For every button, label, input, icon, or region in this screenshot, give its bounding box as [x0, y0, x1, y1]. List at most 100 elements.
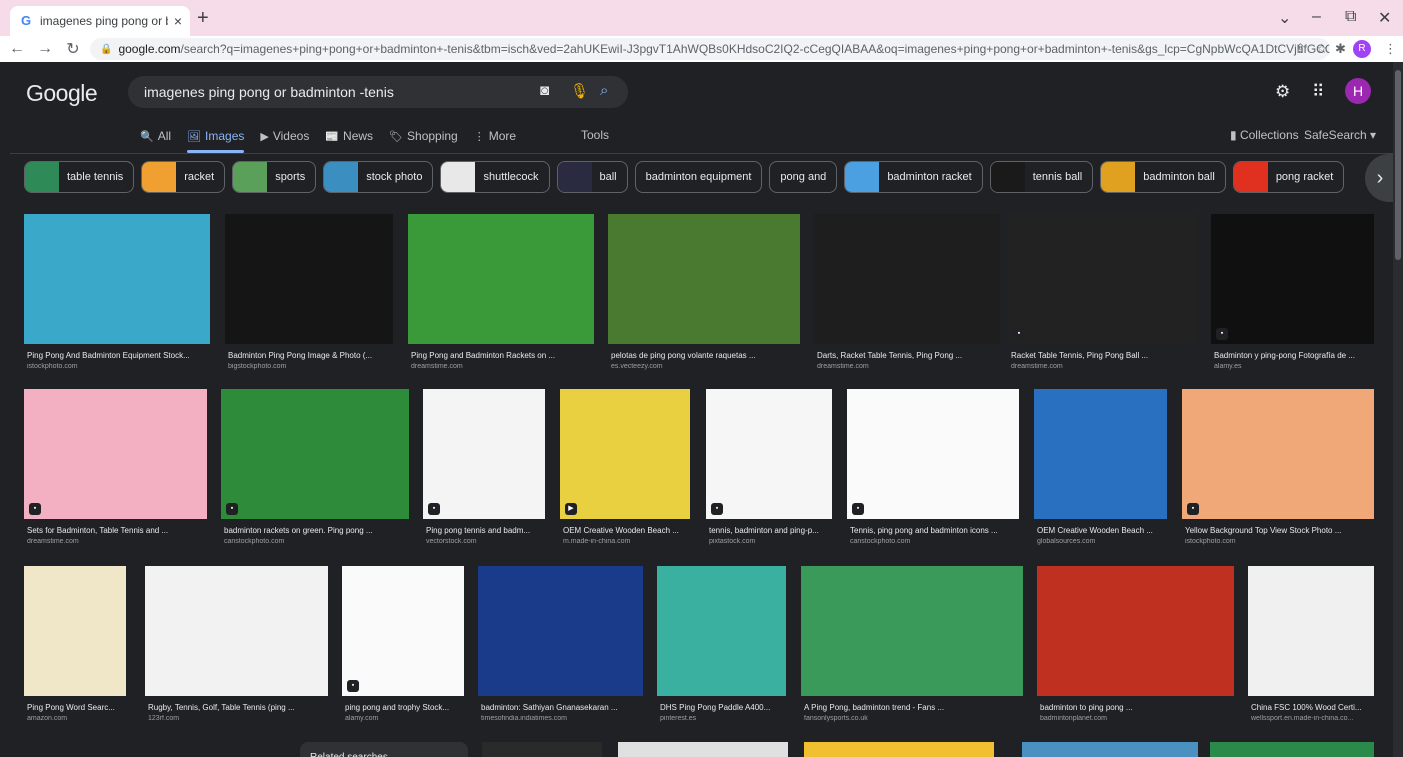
result-title[interactable]: Badminton y ping-pong Fotografía de ...: [1214, 351, 1374, 360]
image-result[interactable]: [804, 742, 994, 757]
image-result[interactable]: ▪ Sets for Badminton, Table Tennis and ..…: [24, 389, 207, 549]
result-thumbnail[interactable]: [478, 566, 643, 696]
browser-tab[interactable]: G imagenes ping pong or badmint ×: [10, 6, 190, 36]
result-thumbnail[interactable]: [814, 214, 1000, 344]
tab-news[interactable]: 📰 News: [325, 124, 373, 148]
image-result[interactable]: ▪ Racket Table Tennis, Ping Pong Ball ...…: [1008, 214, 1198, 374]
image-result[interactable]: China FSC 100% Wood Certi... wellssport.e…: [1248, 566, 1374, 726]
result-thumbnail[interactable]: [608, 214, 800, 344]
result-thumbnail[interactable]: [1248, 566, 1374, 696]
image-result[interactable]: ▪ Badminton y ping-pong Fotografía de ...…: [1211, 214, 1374, 374]
image-result[interactable]: [1022, 742, 1198, 757]
result-title[interactable]: ping pong and trophy Stock...: [345, 703, 464, 712]
close-window-button[interactable]: ✕: [1378, 8, 1391, 28]
image-result[interactable]: DHS Ping Pong Paddle A400... pinterest.es: [657, 566, 786, 726]
address-bar[interactable]: 🔒 google.com/search?q=imagenes+ping+pong…: [90, 38, 1330, 60]
new-tab-button[interactable]: +: [197, 8, 209, 28]
image-result[interactable]: Badminton Ping Pong Image & Photo (... bi…: [225, 214, 393, 374]
related-chip[interactable]: badminton equipment: [634, 161, 763, 193]
related-chip[interactable]: pong and: [769, 161, 838, 193]
image-result[interactable]: Ping Pong and Badminton Rackets on ... dr…: [408, 214, 594, 374]
image-result[interactable]: ▪ Yellow Background Top View Stock Photo …: [1182, 389, 1374, 549]
image-result[interactable]: ▶ OEM Creative Wooden Beach ... m.made-in-…: [560, 389, 690, 549]
result-title[interactable]: OEM Creative Wooden Beach ...: [1037, 526, 1167, 535]
result-title[interactable]: Sets for Badminton, Table Tennis and ...: [27, 526, 207, 535]
result-thumbnail[interactable]: [706, 389, 832, 519]
related-chip[interactable]: badminton racket: [844, 161, 983, 193]
image-result[interactable]: ▪ badminton rackets on green. Ping pong .…: [221, 389, 409, 549]
result-thumbnail[interactable]: [1182, 389, 1374, 519]
apps-grid-icon[interactable]: ⠿: [1312, 82, 1324, 102]
result-title[interactable]: Ping Pong and Badminton Rackets on ...: [411, 351, 594, 360]
result-title[interactable]: Ping Pong Word Searc...: [27, 703, 126, 712]
result-thumbnail[interactable]: [225, 214, 393, 344]
image-result[interactable]: Ping Pong Word Searc... amazon.com: [24, 566, 126, 726]
related-searches-box[interactable]: Related searches: [300, 742, 468, 757]
result-thumbnail[interactable]: [657, 566, 786, 696]
image-result[interactable]: [482, 742, 602, 757]
forward-arrow-icon[interactable]: →: [34, 40, 56, 58]
share-icon[interactable]: ⇪: [1295, 41, 1306, 57]
browser-menu-icon[interactable]: ⋮: [1384, 41, 1397, 57]
scrollbar-thumb[interactable]: [1395, 70, 1401, 260]
tab-close-icon[interactable]: ×: [174, 13, 182, 29]
result-title[interactable]: DHS Ping Pong Paddle A400...: [660, 703, 786, 712]
tab-more[interactable]: ⋮ More: [474, 124, 516, 148]
tab-search-icon[interactable]: ⌄: [1278, 8, 1291, 28]
gear-icon[interactable]: ⚙: [1275, 82, 1290, 102]
tools-button[interactable]: Tools: [581, 128, 609, 142]
result-thumbnail[interactable]: [1008, 214, 1198, 344]
result-thumbnail[interactable]: [1034, 389, 1167, 519]
result-title[interactable]: Ping pong tennis and badm...: [426, 526, 545, 535]
image-result[interactable]: ▪ ping pong and trophy Stock... alamy.com: [342, 566, 464, 726]
result-thumbnail[interactable]: [24, 214, 210, 344]
minimize-button[interactable]: –: [1312, 8, 1321, 26]
image-result[interactable]: [1210, 742, 1374, 757]
reload-icon[interactable]: ↻: [62, 39, 84, 59]
image-result[interactable]: OEM Creative Wooden Beach ... globalsourc…: [1034, 389, 1167, 549]
image-result[interactable]: ▪ tennis, badminton and ping-p... pixtasto…: [706, 389, 832, 549]
result-title[interactable]: Rugby, Tennis, Golf, Table Tennis (ping …: [148, 703, 328, 712]
tab-shopping[interactable]: 🏷 Shopping: [389, 124, 458, 148]
result-title[interactable]: tennis, badminton and ping-p...: [709, 526, 832, 535]
back-arrow-icon[interactable]: ←: [6, 40, 28, 58]
search-icon[interactable]: ⌕: [600, 82, 608, 99]
result-thumbnail[interactable]: [221, 389, 409, 519]
result-title[interactable]: badminton to ping pong ...: [1040, 703, 1234, 712]
result-title[interactable]: badminton: Sathiyan Gnanasekaran ...: [481, 703, 643, 712]
tab-videos[interactable]: ▶ Videos: [260, 124, 309, 148]
result-thumbnail[interactable]: [24, 389, 207, 519]
tab-images[interactable]: 🖼 Images: [187, 124, 245, 153]
related-chip[interactable]: ball: [556, 161, 628, 193]
result-thumbnail[interactable]: [801, 566, 1023, 696]
related-chip[interactable]: shuttlecock: [440, 161, 550, 193]
related-chip[interactable]: sports: [232, 161, 317, 193]
result-title[interactable]: A Ping Pong, badminton trend - Fans ...: [804, 703, 1023, 712]
related-chip[interactable]: table tennis: [24, 161, 135, 193]
result-thumbnail[interactable]: [423, 389, 545, 519]
image-result[interactable]: A Ping Pong, badminton trend - Fans ... f…: [801, 566, 1023, 726]
result-title[interactable]: Badminton Ping Pong Image & Photo (...: [228, 351, 393, 360]
microphone-icon[interactable]: 🎙: [570, 82, 589, 100]
extensions-puzzle-icon[interactable]: ✱: [1335, 41, 1346, 57]
image-result[interactable]: Ping Pong And Badminton Equipment Stock.…: [24, 214, 210, 374]
result-thumbnail[interactable]: [847, 389, 1019, 519]
google-logo[interactable]: Google: [26, 80, 98, 107]
tab-all[interactable]: 🔍 All: [140, 124, 171, 148]
image-result[interactable]: Rugby, Tennis, Golf, Table Tennis (ping …: [145, 566, 328, 726]
result-thumbnail[interactable]: [24, 566, 126, 696]
image-result[interactable]: badminton: Sathiyan Gnanasekaran ... time…: [478, 566, 643, 726]
image-result[interactable]: ▪ Ping pong tennis and badm... vectorstock…: [423, 389, 545, 549]
camera-icon[interactable]: ◙: [540, 82, 549, 99]
result-thumbnail[interactable]: [408, 214, 594, 344]
result-title[interactable]: Darts, Racket Table Tennis, Ping Pong ..…: [817, 351, 1000, 360]
result-title[interactable]: Yellow Background Top View Stock Photo .…: [1185, 526, 1374, 535]
result-thumbnail[interactable]: [1211, 214, 1374, 344]
bookmark-star-icon[interactable]: ☆: [1316, 41, 1328, 57]
browser-profile-avatar[interactable]: R: [1353, 40, 1371, 58]
maximize-button[interactable]: ⧉: [1345, 8, 1356, 26]
result-title[interactable]: pelotas de ping pong volante raquetas ..…: [611, 351, 800, 360]
result-title[interactable]: Ping Pong And Badminton Equipment Stock.…: [27, 351, 210, 360]
result-title[interactable]: badminton rackets on green. Ping pong ..…: [224, 526, 409, 535]
image-result[interactable]: [618, 742, 788, 757]
